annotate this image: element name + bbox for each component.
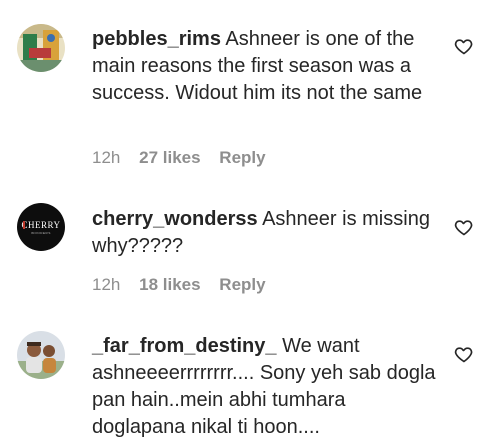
comment-time[interactable]: 12h bbox=[92, 148, 120, 167]
avatar-image bbox=[17, 24, 65, 72]
comment-meta: 12h 27 likes Reply bbox=[92, 148, 280, 168]
svg-text:WONDERS: WONDERS bbox=[31, 231, 51, 235]
comment-text: pebbles_rims Ashneer is one of the main … bbox=[92, 26, 442, 107]
comment-likes[interactable]: 18 likes bbox=[139, 275, 200, 294]
comment-username[interactable]: pebbles_rims bbox=[92, 28, 221, 50]
reply-button[interactable]: Reply bbox=[219, 275, 265, 294]
comment-meta: 12h 18 likes Reply bbox=[92, 275, 280, 295]
comment-text: cherry_wonderss Ashneer is missing why??… bbox=[92, 206, 442, 260]
avatar-image bbox=[17, 331, 65, 379]
svg-text:CHERRY: CHERRY bbox=[21, 220, 60, 230]
cherry-wonders-logo: CHERRY WONDERS bbox=[17, 203, 65, 251]
reply-button[interactable]: Reply bbox=[219, 148, 265, 167]
comment-time[interactable]: 12h bbox=[92, 275, 120, 294]
avatar[interactable]: CHERRY WONDERS bbox=[17, 203, 65, 251]
heart-outline-icon[interactable] bbox=[454, 344, 474, 364]
avatar[interactable] bbox=[17, 331, 65, 379]
comment-likes[interactable]: 27 likes bbox=[139, 148, 200, 167]
heart-outline-icon[interactable] bbox=[454, 36, 474, 56]
comment-username[interactable]: cherry_wonderss bbox=[92, 208, 258, 230]
comment-text: _far_from_destiny_ We want ashneeeerrrrr… bbox=[92, 333, 442, 441]
heart-outline-icon[interactable] bbox=[454, 217, 474, 237]
avatar[interactable] bbox=[17, 24, 65, 72]
comment-username[interactable]: _far_from_destiny_ bbox=[92, 335, 277, 357]
